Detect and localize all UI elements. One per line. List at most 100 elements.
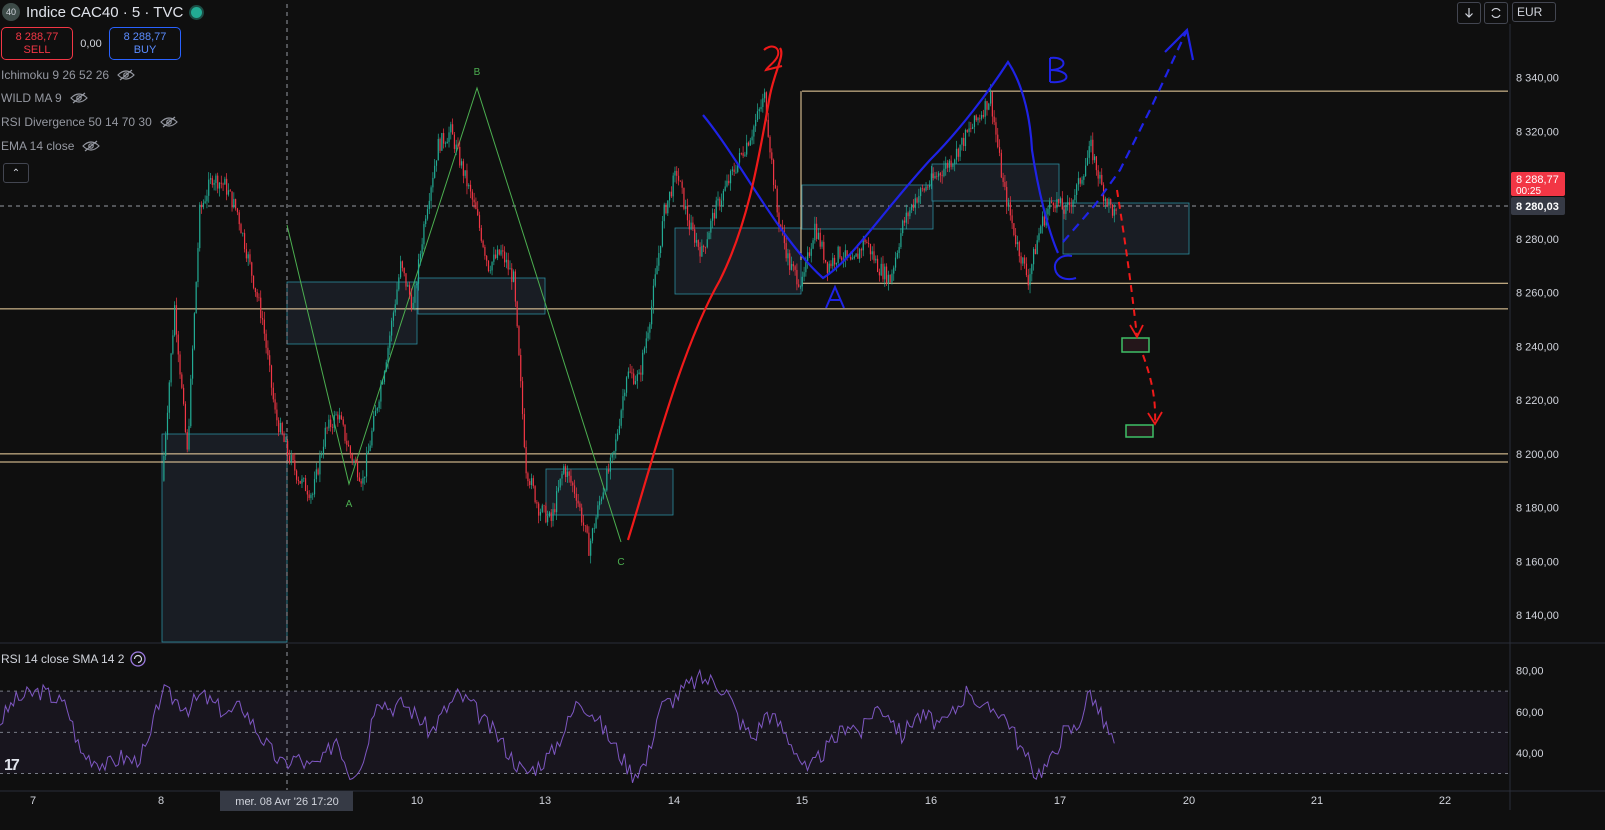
candle-body [439,138,441,151]
eye-hidden-icon[interactable] [159,116,178,128]
candle-body [516,301,518,327]
candle-body [191,348,194,379]
candle-body [661,221,664,246]
candle-body [227,190,230,195]
candle-body [663,204,665,222]
candle-body [512,271,515,282]
indicator-ichimoku[interactable]: Ichimoku 9 26 52 26 [1,68,135,82]
candle-body [803,272,805,277]
fullscreen-button[interactable] [1484,2,1508,24]
candle-body [988,103,990,110]
symbol-title[interactable]: Indice CAC40 · 5 · TVC [26,4,183,21]
candle-body [165,435,167,456]
candle-body [959,144,961,157]
candle-body [530,478,533,485]
candle-body [256,292,258,298]
candle-body [577,500,579,504]
candle-body [747,142,750,146]
refresh-icon[interactable] [130,651,147,667]
candle-body [975,115,977,121]
candle-body [358,477,360,482]
candle-body [283,433,285,442]
candle-body [738,153,741,163]
candle-body [792,264,794,267]
candle-body [464,170,466,176]
candle-body [229,190,231,192]
buy-button[interactable]: 8 288,77 BUY [109,27,181,60]
candle-body [337,414,339,420]
red-label-2 [763,45,783,72]
candle-body [335,414,337,416]
eye-hidden-icon[interactable] [69,92,88,104]
candle-body [532,478,534,487]
candle-body [566,471,568,477]
candle-body [172,335,174,354]
candle-body [634,381,637,384]
candle-body [1070,205,1072,207]
download-button[interactable] [1457,2,1481,24]
sell-button[interactable]: 8 288,77 SELL [1,27,73,60]
candle-body [581,507,583,523]
price-tick-label: 8 260,00 [1516,288,1559,300]
candle-body [694,229,696,243]
target-box [1125,424,1154,438]
candle-body [306,491,308,495]
candle-body [968,128,970,132]
candle-body [425,218,427,225]
candle-body [432,177,434,188]
candle-body [556,491,558,513]
candle-body [977,118,979,121]
candle-body [269,355,271,366]
candle-body [954,159,956,164]
candle-body [963,137,965,147]
candle-body [981,114,983,119]
candle-body [247,254,249,259]
candle-body [595,517,597,529]
candle-body [1065,204,1067,214]
candle-body [887,274,889,284]
candle-body [921,188,924,189]
candle-body [505,259,508,263]
candle-body [1025,263,1028,276]
candle-body [511,268,513,282]
candle-body [1024,257,1026,264]
candle-body [889,274,891,283]
candle-body [724,186,726,191]
currency-select[interactable]: EUR [1512,2,1556,22]
candle-body [703,245,705,248]
eye-hidden-icon[interactable] [117,69,135,81]
refresh-icon [1491,7,1501,19]
indicator-wild-ma[interactable]: WILD MA 9 [1,91,88,105]
candle-body [638,372,640,375]
candle-body [604,490,606,493]
candle-body [720,200,723,207]
chart-canvas[interactable]: ABC 8 340,008 320,008 300,008 280,008 26… [0,0,1605,830]
candle-body [599,501,601,506]
candle-body [586,525,588,533]
candle-body [656,265,658,275]
rsi-legend[interactable]: RSI 14 close SMA 14 2 [1,651,147,667]
candle-body [853,256,855,259]
candle-body [920,188,922,197]
candle-body [292,455,294,461]
candle-body [857,253,859,259]
candle-body [443,133,445,144]
candle-body [195,281,197,314]
candle-body [407,285,409,287]
candle-body [423,224,425,245]
candle-body [471,191,473,200]
candle-body [704,247,707,248]
indicator-rsi-divergence[interactable]: RSI Divergence 50 14 70 30 [1,115,178,129]
eye-hidden-icon[interactable] [82,140,101,152]
candle-body [649,324,651,333]
candle-body [672,175,674,197]
candle-body [186,432,188,450]
symbol-logo[interactable]: 40 [2,3,20,21]
candle-body [1081,179,1083,184]
time-tick-label: 8 [158,795,164,807]
collapse-legend-button[interactable]: ⌃ [3,163,29,183]
indicator-ema[interactable]: EMA 14 close [1,139,101,153]
sell-label: SELL [23,43,51,56]
candle-body [181,374,183,388]
candle-body [496,249,499,259]
